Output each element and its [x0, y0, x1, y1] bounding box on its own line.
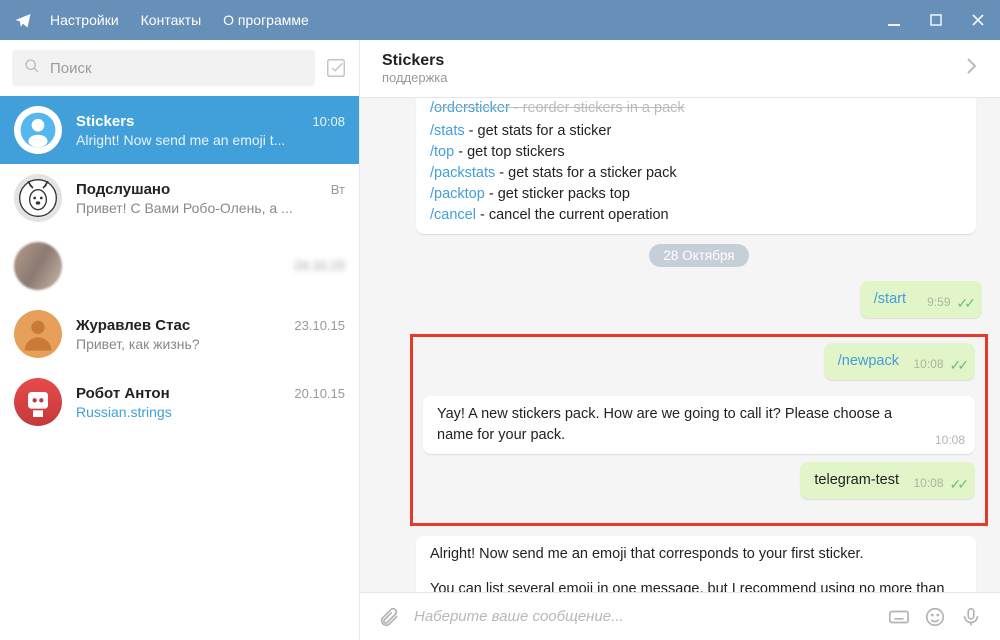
chat-list-item[interactable]: Подслушано Вт Привет! С Вами Робо-Олень, …	[0, 164, 359, 232]
sidebar: Поиск Stickers 10:08 Alright! Now send me…	[0, 40, 360, 640]
chevron-right-icon[interactable]	[966, 57, 978, 80]
chat-time: 24.10.15	[294, 258, 345, 273]
chat-list-item[interactable]: Stickers 10:08 Alright! Now send me an em…	[0, 96, 359, 164]
telegram-logo-icon	[14, 11, 32, 29]
message-input[interactable]	[414, 608, 874, 625]
chat-time: Вт	[331, 182, 345, 197]
menu-settings[interactable]: Настройки	[50, 12, 119, 28]
chat-name: Робот Антон	[76, 385, 170, 402]
chat-list-item[interactable]: Журавлев Стас 23.10.15 Привет, как жизнь?	[0, 300, 359, 368]
app-menu: Настройки Контакты О программе	[50, 12, 309, 28]
compose-icon[interactable]	[325, 57, 347, 79]
mic-icon[interactable]	[960, 606, 982, 628]
chat-panel: Stickers поддержка /ordersticker - reord…	[360, 40, 1000, 640]
messages-area[interactable]: /ordersticker - reorder stickers in a pa…	[360, 98, 1000, 592]
chat-preview: Russian.strings	[76, 404, 345, 420]
chat-preview: Привет! С Вами Робо-Олень, а ...	[76, 200, 345, 216]
read-checks-icon: ✓✓	[957, 293, 972, 313]
maximize-icon[interactable]	[928, 12, 944, 28]
avatar	[14, 378, 62, 426]
avatar	[14, 174, 62, 222]
input-bar	[360, 592, 1000, 640]
minimize-icon[interactable]	[886, 12, 902, 28]
chat-time: 10:08	[312, 114, 345, 129]
chat-preview: Привет, как жизнь?	[76, 336, 345, 352]
avatar	[14, 310, 62, 358]
search-icon	[24, 58, 40, 78]
menu-about[interactable]: О программе	[223, 12, 309, 28]
chat-time: 23.10.15	[294, 318, 345, 333]
chat-name: Stickers	[76, 113, 134, 130]
message-out-telegram-test: telegram-test 10:08✓✓	[800, 462, 975, 499]
chat-subtitle: поддержка	[382, 70, 448, 85]
emoji-icon[interactable]	[924, 606, 946, 628]
chat-time: 20.10.15	[294, 386, 345, 401]
read-checks-icon: ✓✓	[950, 355, 965, 375]
chat-header[interactable]: Stickers поддержка	[360, 40, 1000, 98]
chat-name: Подслушано	[76, 181, 170, 198]
message-commands: /ordersticker - reorder stickers in a pa…	[416, 98, 976, 234]
chat-preview: Alright! Now send me an emoji t...	[76, 132, 345, 148]
close-icon[interactable]	[970, 12, 986, 28]
avatar	[14, 106, 62, 154]
chat-title: Stickers	[382, 52, 448, 70]
keyboard-icon[interactable]	[888, 606, 910, 628]
menu-contacts[interactable]: Контакты	[141, 12, 201, 28]
search-placeholder: Поиск	[50, 60, 92, 77]
attach-icon[interactable]	[378, 606, 400, 628]
chat-name: Журавлев Стас	[76, 317, 190, 334]
read-checks-icon: ✓✓	[950, 474, 965, 494]
chat-list-item[interactable]: Робот Антон 20.10.15 Russian.strings	[0, 368, 359, 436]
search-input[interactable]: Поиск	[12, 50, 315, 86]
message-out-start: /start 9:59✓✓	[860, 281, 982, 318]
highlight-box: /newpack 10:08✓✓ Yay! A new stickers pac…	[410, 334, 988, 526]
titlebar: Настройки Контакты О программе	[0, 0, 1000, 40]
avatar	[14, 242, 62, 290]
message-in-alright: Alright! Now send me an emoji that corre…	[416, 536, 976, 592]
date-chip: 28 Октября	[649, 244, 748, 267]
message-out-newpack: /newpack 10:08✓✓	[824, 343, 975, 380]
message-in-yay: Yay! A new stickers pack. How are we goi…	[423, 396, 975, 454]
chat-list-item[interactable]: 24.10.15	[0, 232, 359, 300]
